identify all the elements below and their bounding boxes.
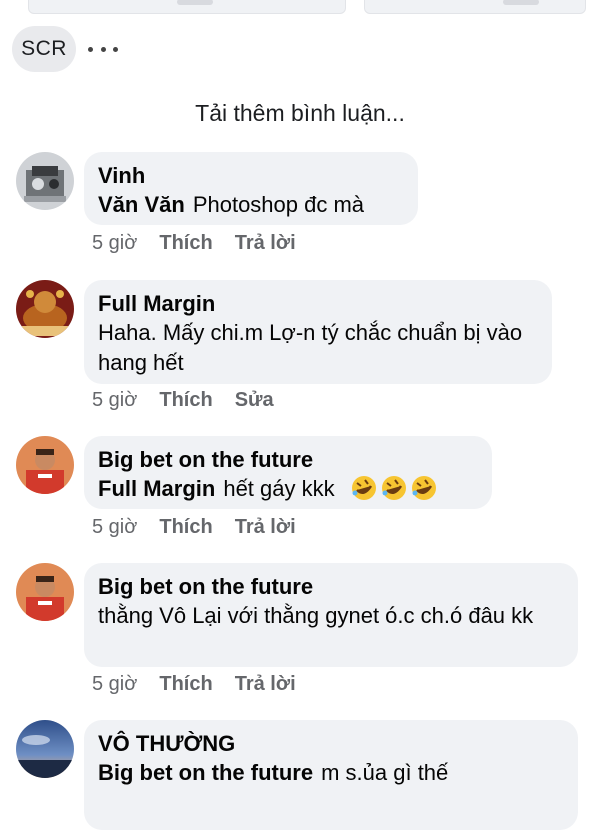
previous-content-card: [28, 0, 346, 14]
comment-actions: 5 giờ Thích Trả lời: [92, 232, 296, 255]
edit-button[interactable]: Sửa: [235, 389, 274, 412]
comment-time: 5 giờ: [92, 673, 138, 695]
reply-button[interactable]: Trả lời: [235, 232, 296, 255]
comment-actions: 5 giờ Thích Trả lời: [92, 673, 296, 696]
comment-bubble: Big bet on the future thằng Vô Lại với t…: [84, 563, 578, 667]
mention[interactable]: Big bet on the future: [98, 760, 313, 785]
rolling-laughing-emoji: [351, 476, 376, 500]
ellipsis-icon[interactable]: [88, 38, 118, 60]
emoji-group: [341, 476, 437, 501]
comment-body: m s.ủa gì thế: [321, 760, 449, 785]
comment-body: thằng Vô Lại với thằng gynet ó.c ch.ó đâ…: [98, 603, 534, 628]
avatar[interactable]: [16, 720, 74, 778]
avatar[interactable]: [16, 280, 74, 338]
rolling-laughing-emoji: [381, 476, 406, 500]
comment-actions: 5 giờ Thích Trả lời: [92, 516, 296, 539]
comment-bubble: Full Margin Haha. Mấy chi.m Lợ-n tý chắc…: [84, 280, 552, 384]
avatar[interactable]: [16, 152, 74, 210]
comment-body: hết gáy kkk: [223, 476, 335, 501]
comment-author[interactable]: Big bet on the future: [98, 445, 478, 474]
load-more-comments-link[interactable]: Tải thêm bình luận...: [0, 100, 600, 127]
comment-time: 5 giờ: [92, 389, 138, 411]
like-button[interactable]: Thích: [159, 389, 212, 412]
mention[interactable]: Văn Văn: [98, 192, 185, 217]
like-button[interactable]: Thích: [159, 673, 212, 696]
avatar[interactable]: [16, 563, 74, 621]
comment-body: Photoshop đc mà: [192, 192, 365, 217]
reply-button[interactable]: Trả lời: [235, 516, 296, 539]
mention[interactable]: Full Margin: [98, 476, 215, 501]
comment-bubble: Vinh Văn Văn Photoshop đc mà: [84, 152, 418, 225]
comment-author[interactable]: Full Margin: [98, 289, 538, 318]
comment-text: Văn Văn Photoshop đc mà: [98, 190, 404, 220]
comment-bubble: VÔ THƯỜNG Big bet on the future m s.ủa gì…: [84, 720, 578, 830]
comment-author[interactable]: Vinh: [98, 161, 404, 190]
comment-text: Full Margin hết gáy kkk: [98, 474, 478, 504]
comment-time: 5 giờ: [92, 516, 138, 538]
scr-chip[interactable]: SCR: [12, 26, 76, 72]
like-button[interactable]: Thích: [159, 232, 212, 255]
comment-bubble: Big bet on the future Full Margin hết gáy…: [84, 436, 492, 509]
avatar[interactable]: [16, 436, 74, 494]
comment-text: Big bet on the future m s.ủa gì thế: [98, 758, 564, 788]
comment-time: 5 giờ: [92, 232, 138, 254]
comment-author[interactable]: VÔ THƯỜNG: [98, 729, 564, 758]
like-button[interactable]: Thích: [159, 516, 212, 539]
comment-body: Haha. Mấy chi.m Lợ-n tý chắc chuẩn bị và…: [98, 320, 523, 375]
comment-author[interactable]: Big bet on the future: [98, 572, 564, 601]
comment-actions: 5 giờ Thích Sửa: [92, 389, 274, 412]
reply-button[interactable]: Trả lời: [235, 673, 296, 696]
rolling-laughing-emoji: [411, 476, 436, 500]
previous-content-card: [364, 0, 586, 14]
scr-label: SCR: [21, 37, 67, 60]
